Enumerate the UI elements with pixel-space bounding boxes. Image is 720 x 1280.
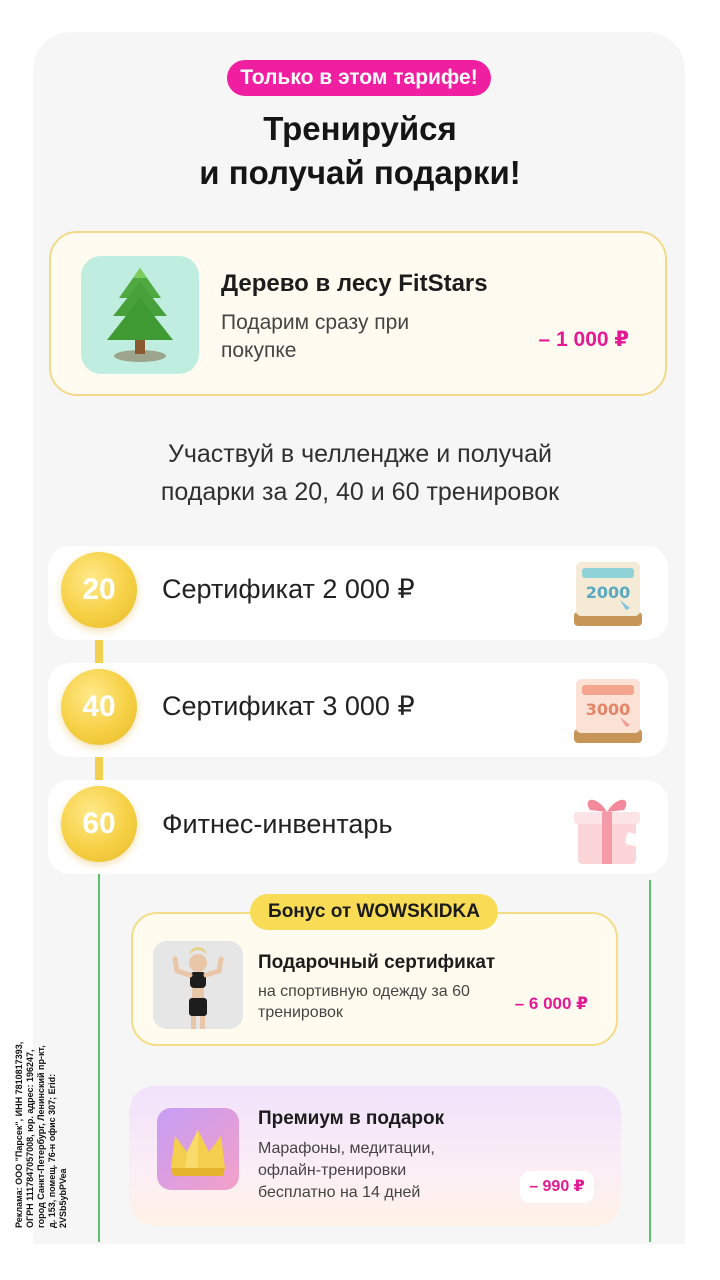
tree-offer-card[interactable]: Дерево в лесу FitStars Подарим сразу при…: [49, 231, 667, 396]
headline-line-1: Тренируйся: [263, 110, 457, 147]
step-badge-20: 20: [61, 552, 137, 628]
bonus-certificate-subtitle: на спортивную одежду за 60 тренировок: [258, 983, 470, 1021]
promo-badge: Только в этом тарифе!: [227, 60, 491, 96]
premium-subtitle: Марафоны, медитации, офлайн-тренировки б…: [258, 1140, 435, 1201]
challenge-text-line-2: подарки за 20, 40 и 60 тренировок: [160, 478, 560, 506]
svg-text:2000: 2000: [586, 583, 631, 602]
athlete-photo: [153, 941, 243, 1029]
step-label-60: Фитнес-инвентарь: [162, 809, 393, 839]
crown-icon: [157, 1108, 239, 1190]
tree-offer-subtitle: Подарим сразу при покупке: [221, 311, 410, 362]
challenge-text-line-1: Участвуй в челлендже и получай: [167, 440, 553, 468]
tree-offer-price: – 1 000 ₽: [538, 328, 629, 351]
legal-disclaimer: Реклама: ООО "Парсек", ИНН 7810817393, О…: [14, 1041, 68, 1228]
svg-text:3000: 3000: [586, 700, 631, 719]
bonus-connector-left: [98, 870, 100, 1242]
bonus-certificate-title: Подарочный сертификат: [258, 952, 496, 973]
step-label-20: Сертификат 2 000 ₽: [162, 574, 415, 604]
certificate-2000-icon: 2000: [568, 554, 648, 639]
step-label-40: Сертификат 3 000 ₽: [162, 691, 415, 721]
step-badge-60: 60: [61, 786, 137, 862]
premium-title: Премиум в подарок: [258, 1108, 445, 1129]
step-badge-40: 40: [61, 669, 137, 745]
tree-icon: [81, 256, 199, 374]
tree-offer-title: Дерево в лесу FitStars: [221, 270, 488, 297]
premium-price: – 990 ₽: [520, 1171, 594, 1203]
gift-box-icon: [566, 784, 652, 875]
page: Только в этом тарифе! Тренируйся и получ…: [0, 0, 720, 1280]
bonus-certificate-price: – 6 000 ₽: [514, 994, 588, 1013]
certificate-3000-icon: 3000: [568, 671, 648, 756]
headline-line-2: и получай подарки!: [199, 154, 521, 191]
bonus-connector-right: [649, 880, 651, 1242]
bonus-tag: Бонус от WOWSKIDKA: [250, 894, 498, 930]
